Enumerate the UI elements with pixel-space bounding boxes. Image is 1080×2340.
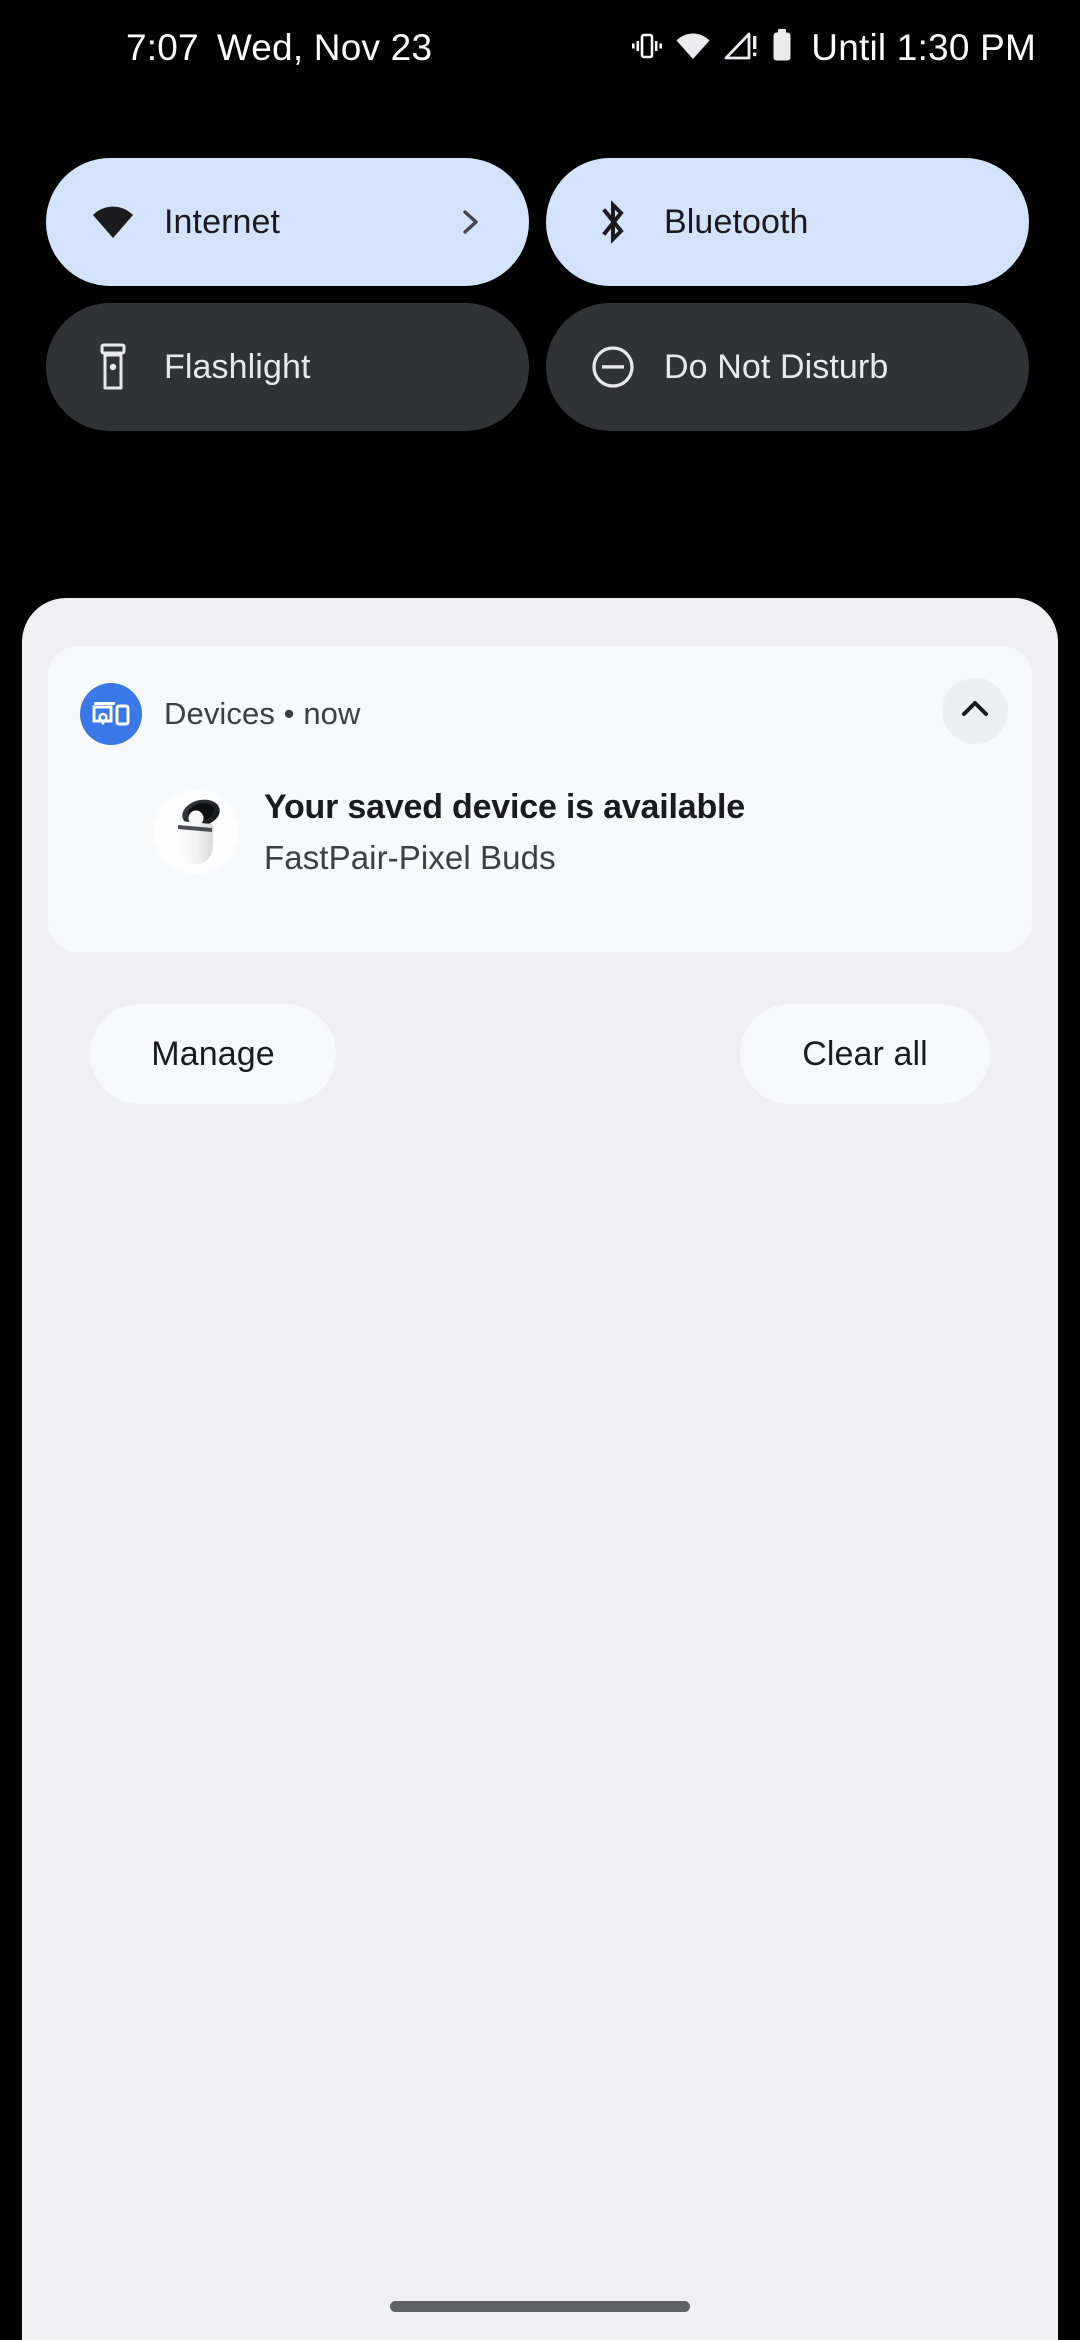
vibrate-icon (632, 29, 663, 68)
status-bar: 7:07 Wed, Nov 23 Until 1:30 PM (0, 0, 1080, 96)
cellular-signal-no-sim-icon (724, 31, 758, 66)
wifi-icon (90, 199, 136, 245)
do-not-disturb-icon (590, 344, 636, 390)
notification-collapse-button[interactable] (942, 678, 1008, 744)
notification-text-block: Your saved device is available FastPair-… (264, 786, 745, 877)
battery-icon (771, 28, 793, 68)
qs-tile-flashlight[interactable]: Flashlight (46, 303, 529, 431)
notification-title: Your saved device is available (264, 788, 745, 826)
status-bar-left: 7:07 Wed, Nov 23 (126, 27, 432, 69)
notification-header: Devices • now (80, 683, 361, 745)
status-bar-clock: 7:07 (126, 27, 199, 68)
qs-tile-label: Bluetooth (664, 202, 809, 241)
notification-card[interactable]: Devices • now Your saved device is avail… (48, 646, 1032, 952)
chevron-right-icon[interactable] (457, 209, 483, 235)
quick-settings-tile-grid: Internet Bluetooth Flashlight Do Not Dis… (0, 158, 1080, 431)
chevron-up-icon (959, 693, 991, 730)
notification-subtitle: FastPair-Pixel Buds (264, 839, 556, 877)
status-bar-right: Until 1:30 PM (632, 0, 1036, 96)
qs-tile-internet[interactable]: Internet (46, 158, 529, 286)
qs-tile-do-not-disturb[interactable]: Do Not Disturb (546, 303, 1029, 431)
notification-app-and-time: Devices • now (164, 696, 361, 731)
qs-tile-label: Flashlight (164, 347, 311, 386)
battery-estimate-label: Until 1:30 PM (811, 27, 1036, 68)
qs-tile-label: Do Not Disturb (664, 347, 889, 386)
home-gesture-bar[interactable] (390, 2301, 690, 2312)
qs-tile-bluetooth[interactable]: Bluetooth (546, 158, 1029, 286)
bluetooth-icon (590, 199, 636, 245)
pixel-buds-case-image (154, 790, 238, 874)
wifi-icon (675, 31, 711, 66)
notification-body: Your saved device is available FastPair-… (154, 786, 992, 877)
status-bar-date: Wed, Nov 23 (216, 27, 433, 68)
clear-all-button[interactable]: Clear all (740, 1004, 990, 1104)
qs-tile-label: Internet (164, 202, 281, 241)
manage-button[interactable]: Manage (90, 1004, 336, 1104)
flashlight-icon (90, 343, 136, 390)
devices-icon (80, 683, 142, 745)
android-quick-settings-screen: 7:07 Wed, Nov 23 Until 1:30 PM Internet … (0, 0, 1080, 2340)
notification-shade-panel: Devices • now Your saved device is avail… (22, 598, 1058, 2340)
